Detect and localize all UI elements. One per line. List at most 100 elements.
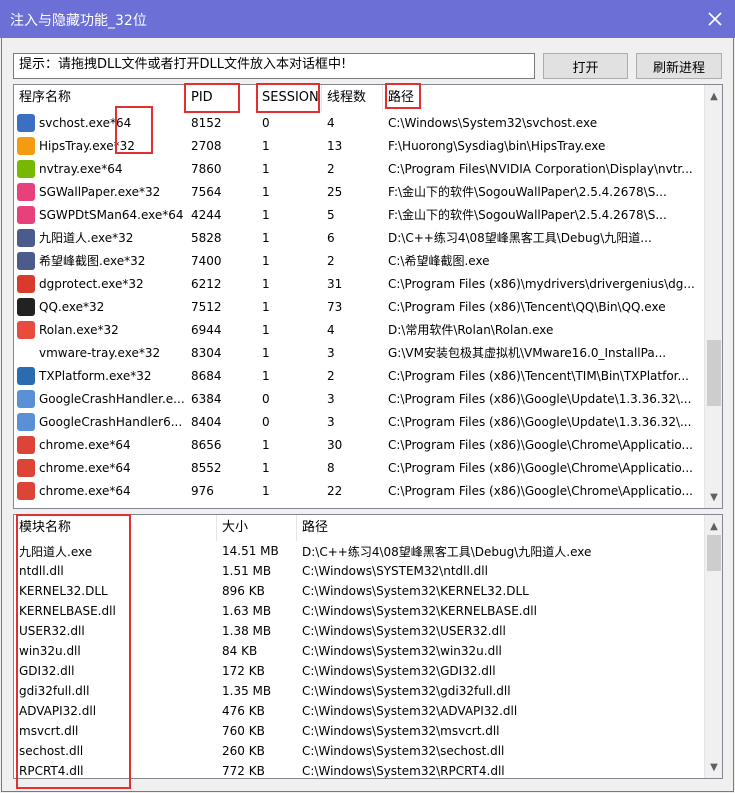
process-row[interactable]: nvtray.exe*64 7860 1 2 C:\Program Files\NVID…	[14, 157, 706, 180]
process-pid: 6944	[191, 322, 222, 337]
module-name: win32u.dll	[19, 644, 81, 658]
module-size: 476 KB	[222, 704, 265, 718]
module-size: 260 KB	[222, 744, 265, 758]
process-threads: 30	[327, 437, 343, 452]
process-name: QQ.exe*32	[39, 299, 105, 314]
process-threads: 4	[327, 322, 335, 337]
module-row[interactable]: GDI32.dll 172 KB C:\Windows\System32\GDI32…	[14, 661, 706, 681]
process-path: F:\金山下的软件\SogouWallPaper\2.5.4.2678\S...	[388, 185, 667, 199]
module-path: C:\Windows\System32\GDI32.dll	[302, 664, 496, 678]
process-threads: 2	[327, 161, 335, 176]
process-path: G:\VM安装包极其虚拟机\VMware16.0_InstallPa...	[388, 346, 667, 360]
scroll-up-arrow-icon[interactable]: ▲	[705, 87, 722, 105]
module-row[interactable]: msvcrt.dll 760 KB C:\Windows\System32\msvc…	[14, 721, 706, 741]
chrome-icon	[17, 458, 35, 477]
module-row[interactable]: KERNELBASE.dll 1.63 MB C:\Windows\System32…	[14, 601, 706, 621]
module-path: C:\Windows\System32\ADVAPI32.dll	[302, 704, 518, 718]
module-size: 14.51 MB	[222, 544, 279, 558]
sogou-icon	[17, 182, 35, 201]
process-row[interactable]: vmware-tray.exe*32 8304 1 3 G:\VM安装包极其虚拟机\VM…	[14, 341, 706, 364]
column-header-module-path[interactable]: 路径	[297, 515, 706, 541]
module-row[interactable]: win32u.dll 84 KB C:\Windows\System32\win32…	[14, 641, 706, 661]
process-name: nvtray.exe*64	[39, 161, 123, 176]
process-row[interactable]: chrome.exe*64 976 1 22 C:\Program Files (x86…	[14, 479, 706, 502]
scroll-down-arrow-icon[interactable]: ▼	[705, 488, 722, 506]
process-name-cell: Rolan.exe*32	[14, 320, 186, 339]
close-button[interactable]	[695, 0, 735, 38]
process-row[interactable]: GoogleCrashHandler.e... 6384 0 3 C:\Program …	[14, 387, 706, 410]
process-pid: 6384	[191, 391, 222, 406]
process-pid: 8152	[191, 115, 222, 130]
process-row[interactable]: 九阳道人.exe*32 5828 1 6 D:\C++练习4\08望峰黑客工具\Debu…	[14, 226, 706, 249]
process-row[interactable]: svchost.exe*64 8152 0 4 C:\Windows\System32\…	[14, 111, 706, 134]
column-header-threads[interactable]: 线程数	[322, 85, 383, 111]
process-name-cell: chrome.exe*64	[14, 435, 186, 454]
module-scroll-thumb[interactable]	[707, 535, 721, 571]
column-header-size[interactable]: 大小	[217, 515, 297, 541]
module-row[interactable]: ntdll.dll 1.51 MB C:\Windows\SYSTEM32\ntdl…	[14, 561, 706, 581]
process-scrollbar[interactable]: ▲ ▼	[704, 85, 722, 508]
title-bar[interactable]: 注入与隐藏功能_32位	[0, 0, 735, 38]
process-path: C:\Program Files (x86)\Tencent\TIM\Bin\T…	[388, 368, 689, 383]
process-name-cell: 希望峰截图.exe*32	[14, 251, 186, 270]
module-name: gdi32full.dll	[19, 684, 90, 698]
module-row[interactable]: 九阳道人.exe 14.51 MB D:\C++练习4\08望峰黑客工具\Debug…	[14, 541, 706, 561]
module-scrollbar[interactable]: ▲ ▼	[704, 515, 722, 778]
scroll-down-arrow-icon[interactable]: ▼	[705, 758, 722, 776]
process-pid: 8404	[191, 414, 222, 429]
process-path: C:\希望峰截图.exe	[388, 254, 490, 268]
module-row[interactable]: KERNEL32.DLL 896 KB C:\Windows\System32\KE…	[14, 581, 706, 601]
process-pid: 8304	[191, 345, 222, 360]
process-threads: 2	[327, 253, 335, 268]
process-session: 1	[262, 138, 270, 153]
open-button[interactable]: 打开	[543, 53, 628, 79]
process-scroll-thumb[interactable]	[707, 339, 721, 406]
process-path: F:\Huorong\Sysdiag\bin\HipsTray.exe	[388, 138, 606, 153]
process-session: 1	[262, 161, 270, 176]
process-name: chrome.exe*64	[39, 437, 131, 452]
rolan-icon	[17, 320, 35, 339]
column-header-module-name[interactable]: 模块名称	[14, 515, 217, 541]
process-row[interactable]: GoogleCrashHandler6... 8404 0 3 C:\Program F…	[14, 410, 706, 433]
module-row[interactable]: USER32.dll 1.38 MB C:\Windows\System32\USE…	[14, 621, 706, 641]
process-row[interactable]: HipsTray.exe*32 2708 1 13 F:\Huorong\Sysdiag…	[14, 134, 706, 157]
process-name-cell: vmware-tray.exe*32	[14, 343, 186, 362]
process-name: Rolan.exe*32	[39, 322, 119, 337]
process-row[interactable]: SGWallPaper.exe*32 7564 1 25 F:\金山下的软件\Sogou…	[14, 180, 706, 203]
module-list[interactable]: 模块名称 大小 路径 九阳道人.exe 14.51 MB D:\C++练习4\08望…	[13, 514, 723, 779]
scroll-up-arrow-icon[interactable]: ▲	[705, 517, 722, 535]
process-list-header: 程序名称 PID SESSION 线程数 路径	[14, 85, 706, 111]
process-row[interactable]: chrome.exe*64 8656 1 30 C:\Program Files (x8…	[14, 433, 706, 456]
process-session: 0	[262, 414, 270, 429]
module-row[interactable]: gdi32full.dll 1.35 MB C:\Windows\System32\…	[14, 681, 706, 701]
process-name: GoogleCrashHandler6...	[39, 414, 183, 429]
process-list[interactable]: 程序名称 PID SESSION 线程数 路径 svchost.exe*64 81…	[13, 84, 723, 509]
process-row[interactable]: SGWPDtSMan64.exe*64 4244 1 5 F:\金山下的软件\Sogou…	[14, 203, 706, 226]
process-threads: 3	[327, 345, 335, 360]
module-path: C:\Windows\System32\win32u.dll	[302, 644, 502, 658]
refresh-processes-button[interactable]: 刷新进程	[636, 53, 722, 79]
huorong-icon	[17, 136, 35, 155]
module-row[interactable]: sechost.dll 260 KB C:\Windows\System32\sec…	[14, 741, 706, 761]
hint-field[interactable]: 提示：请拖拽DLL文件或者打开DLL文件放入本对话框中!	[13, 53, 535, 79]
close-icon	[708, 12, 722, 26]
process-name: svchost.exe*64	[39, 115, 132, 130]
module-name: ADVAPI32.dll	[19, 704, 97, 718]
column-header-pid[interactable]: PID	[186, 85, 257, 111]
avatar-icon	[17, 251, 35, 270]
column-header-path[interactable]: 路径	[383, 85, 706, 111]
window-title: 注入与隐藏功能_32位	[10, 13, 147, 29]
process-row[interactable]: chrome.exe*64 8552 1 8 C:\Program Files (x86…	[14, 456, 706, 479]
process-row[interactable]: dgprotect.exe*32 6212 1 31 C:\Program Files …	[14, 272, 706, 295]
module-row[interactable]: RPCRT4.dll 772 KB C:\Windows\System32\RPCR…	[14, 761, 706, 778]
module-row[interactable]: ADVAPI32.dll 476 KB C:\Windows\System32\AD…	[14, 701, 706, 721]
process-row[interactable]: QQ.exe*32 7512 1 73 C:\Program Files (x86)\T…	[14, 295, 706, 318]
module-path: C:\Windows\System32\KERNELBASE.dll	[302, 604, 537, 618]
process-row[interactable]: Rolan.exe*32 6944 1 4 D:\常用软件\Rolan\Rolan.ex…	[14, 318, 706, 341]
process-threads: 73	[327, 299, 343, 314]
process-name-cell: GoogleCrashHandler6...	[14, 412, 186, 431]
process-row[interactable]: TXPlatform.exe*32 8684 1 2 C:\Program Files …	[14, 364, 706, 387]
process-row[interactable]: 希望峰截图.exe*32 7400 1 2 C:\希望峰截图.exe	[14, 249, 706, 272]
column-header-session[interactable]: SESSION	[257, 85, 322, 111]
column-header-name[interactable]: 程序名称	[14, 85, 186, 111]
